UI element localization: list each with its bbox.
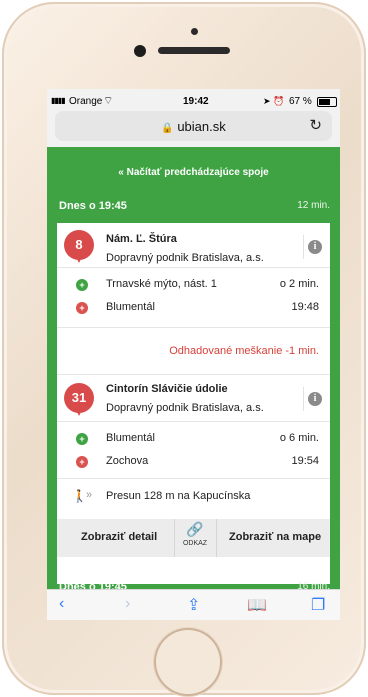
results-area: « Načítať predchádzajúce spoje Dnes o 19… — [47, 147, 340, 593]
proximity-sensor — [191, 28, 198, 35]
link-icon: 🔗 — [186, 521, 204, 537]
status-bar: ▮▮▮▮ Orange ⌔ 19:42 ➤ ⏰ 67 % — [47, 89, 340, 113]
divider — [303, 387, 304, 411]
share-icon[interactable]: ⇪ — [187, 595, 200, 615]
from-stop-icon: + — [76, 433, 88, 445]
line-badge: 31 — [64, 383, 94, 416]
from-stop-name: Trnavské mýto, nást. 1 — [106, 278, 217, 290]
signal-icon: ▮▮▮▮ — [51, 96, 66, 105]
from-stop-time: o 2 min. — [279, 278, 319, 290]
trip-header: Dnes o 19:45 — [59, 200, 127, 212]
from-stop-name: Blumentál — [106, 432, 155, 444]
chevrons-icon: » — [86, 489, 93, 501]
show-on-map-button[interactable]: Zobraziť na mape — [229, 531, 321, 543]
forward-icon[interactable]: › — [125, 595, 130, 613]
share-link-label: ODKAZ — [182, 540, 208, 547]
leg-stop: Nám. Ľ. Štúra — [106, 233, 177, 245]
divider — [174, 519, 175, 557]
info-icon[interactable]: i — [308, 392, 322, 406]
divider — [57, 478, 330, 479]
divider — [57, 327, 330, 328]
address-bar[interactable]: 🔒 ubian.sk ↻ — [55, 111, 332, 141]
reload-icon[interactable]: ↻ — [309, 116, 322, 134]
battery-icon — [317, 97, 337, 107]
to-stop-name: Zochova — [106, 455, 149, 467]
clock: 19:42 — [183, 96, 209, 107]
wifi-icon: ⌔ — [103, 95, 114, 107]
card-actions: Zobraziť detail 🔗 ODKAZ Zobraziť na mape — [57, 519, 330, 557]
browser-toolbar: ‹ › ⇪ 📖 ❐ — [47, 589, 340, 620]
to-stop-icon: + — [76, 302, 88, 314]
divider — [57, 374, 330, 375]
front-camera — [134, 45, 146, 57]
screen: ▮▮▮▮ Orange ⌔ 19:42 ➤ ⏰ 67 % 🔒 ubian.sk … — [47, 89, 340, 620]
leg-operator: Dopravný podnik Bratislava, a.s. — [106, 402, 264, 414]
to-stop-name: Blumentál — [106, 301, 155, 313]
bookmarks-icon[interactable]: 📖 — [247, 595, 267, 615]
share-link-button[interactable]: 🔗 ODKAZ — [177, 521, 213, 555]
load-previous-link[interactable]: « Načítať predchádzajúce spoje — [47, 167, 340, 178]
carrier-label: Orange — [69, 96, 103, 107]
back-icon[interactable]: ‹ — [59, 595, 64, 613]
show-detail-button[interactable]: Zobraziť detail — [81, 531, 157, 543]
delay-note: Odhadované meškanie -1 min. — [169, 345, 319, 357]
line-badge: 8 — [64, 230, 94, 263]
walk-icon: 🚶 — [72, 489, 87, 503]
trip-card[interactable]: 8 Nám. Ľ. Štúra Dopravný podnik Bratisla… — [57, 223, 330, 584]
phone-frame: ▮▮▮▮ Orange ⌔ 19:42 ➤ ⏰ 67 % 🔒 ubian.sk … — [2, 2, 366, 696]
from-stop-icon: + — [76, 279, 88, 291]
divider — [57, 421, 330, 422]
info-icon[interactable]: i — [308, 240, 322, 254]
leg-operator: Dopravný podnik Bratislava, a.s. — [106, 252, 264, 264]
divider — [216, 519, 217, 557]
to-stop-icon: + — [76, 456, 88, 468]
from-stop-time: o 6 min. — [279, 432, 319, 444]
address-text[interactable]: 🔒 ubian.sk — [55, 119, 332, 134]
lock-icon: 🔒 — [161, 123, 174, 134]
tabs-icon[interactable]: ❐ — [311, 595, 325, 615]
earpiece-speaker — [158, 47, 230, 54]
battery-percent: 67 % — [289, 96, 312, 107]
leg-stop: Cintorín Slávičie údolie — [106, 383, 228, 395]
divider — [57, 267, 330, 268]
home-button[interactable] — [154, 628, 222, 696]
divider — [303, 235, 304, 259]
to-stop-time: 19:54 — [291, 455, 319, 467]
location-icon: ➤ — [263, 96, 271, 106]
alarm-icon: ⏰ — [273, 96, 285, 106]
walk-transfer: Presun 128 m na Kapucínska — [106, 490, 251, 502]
trip-duration: 12 min. — [297, 200, 330, 211]
to-stop-time: 19:48 — [291, 301, 319, 313]
